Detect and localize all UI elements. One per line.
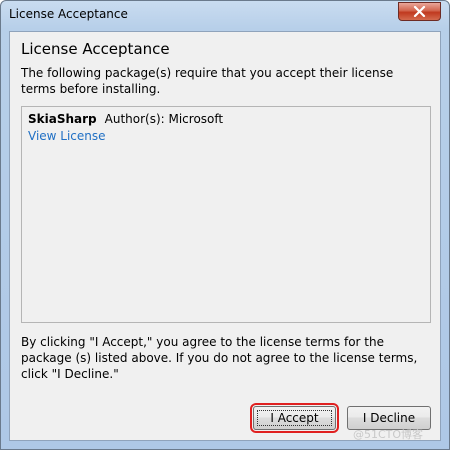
view-license-link[interactable]: View License [28,129,106,143]
accept-button[interactable]: I Accept [250,403,339,433]
window-title: License Acceptance [9,7,128,21]
decline-button-label: I Decline [362,411,416,425]
close-button[interactable] [398,2,441,21]
focus-indicator [257,410,332,426]
title-bar[interactable]: License Acceptance [1,1,449,29]
package-author: Author(s): Microsoft [104,112,224,126]
dialog-content: License Acceptance The following package… [9,31,441,441]
intro-text: The following package(s) require that yo… [21,66,394,96]
close-icon [413,6,426,17]
package-list[interactable]: SkiaSharp Author(s): Microsoft View Licen… [21,106,431,323]
package-name: SkiaSharp [28,112,97,126]
dialog-heading: License Acceptance [21,40,170,58]
agreement-text: By clicking "I Accept," you agree to the… [21,335,418,381]
list-item: SkiaSharp Author(s): Microsoft [28,112,223,126]
dialog-window: License Acceptance License Acceptance Th… [0,0,450,450]
watermark: @51CTO博客 [353,428,424,441]
